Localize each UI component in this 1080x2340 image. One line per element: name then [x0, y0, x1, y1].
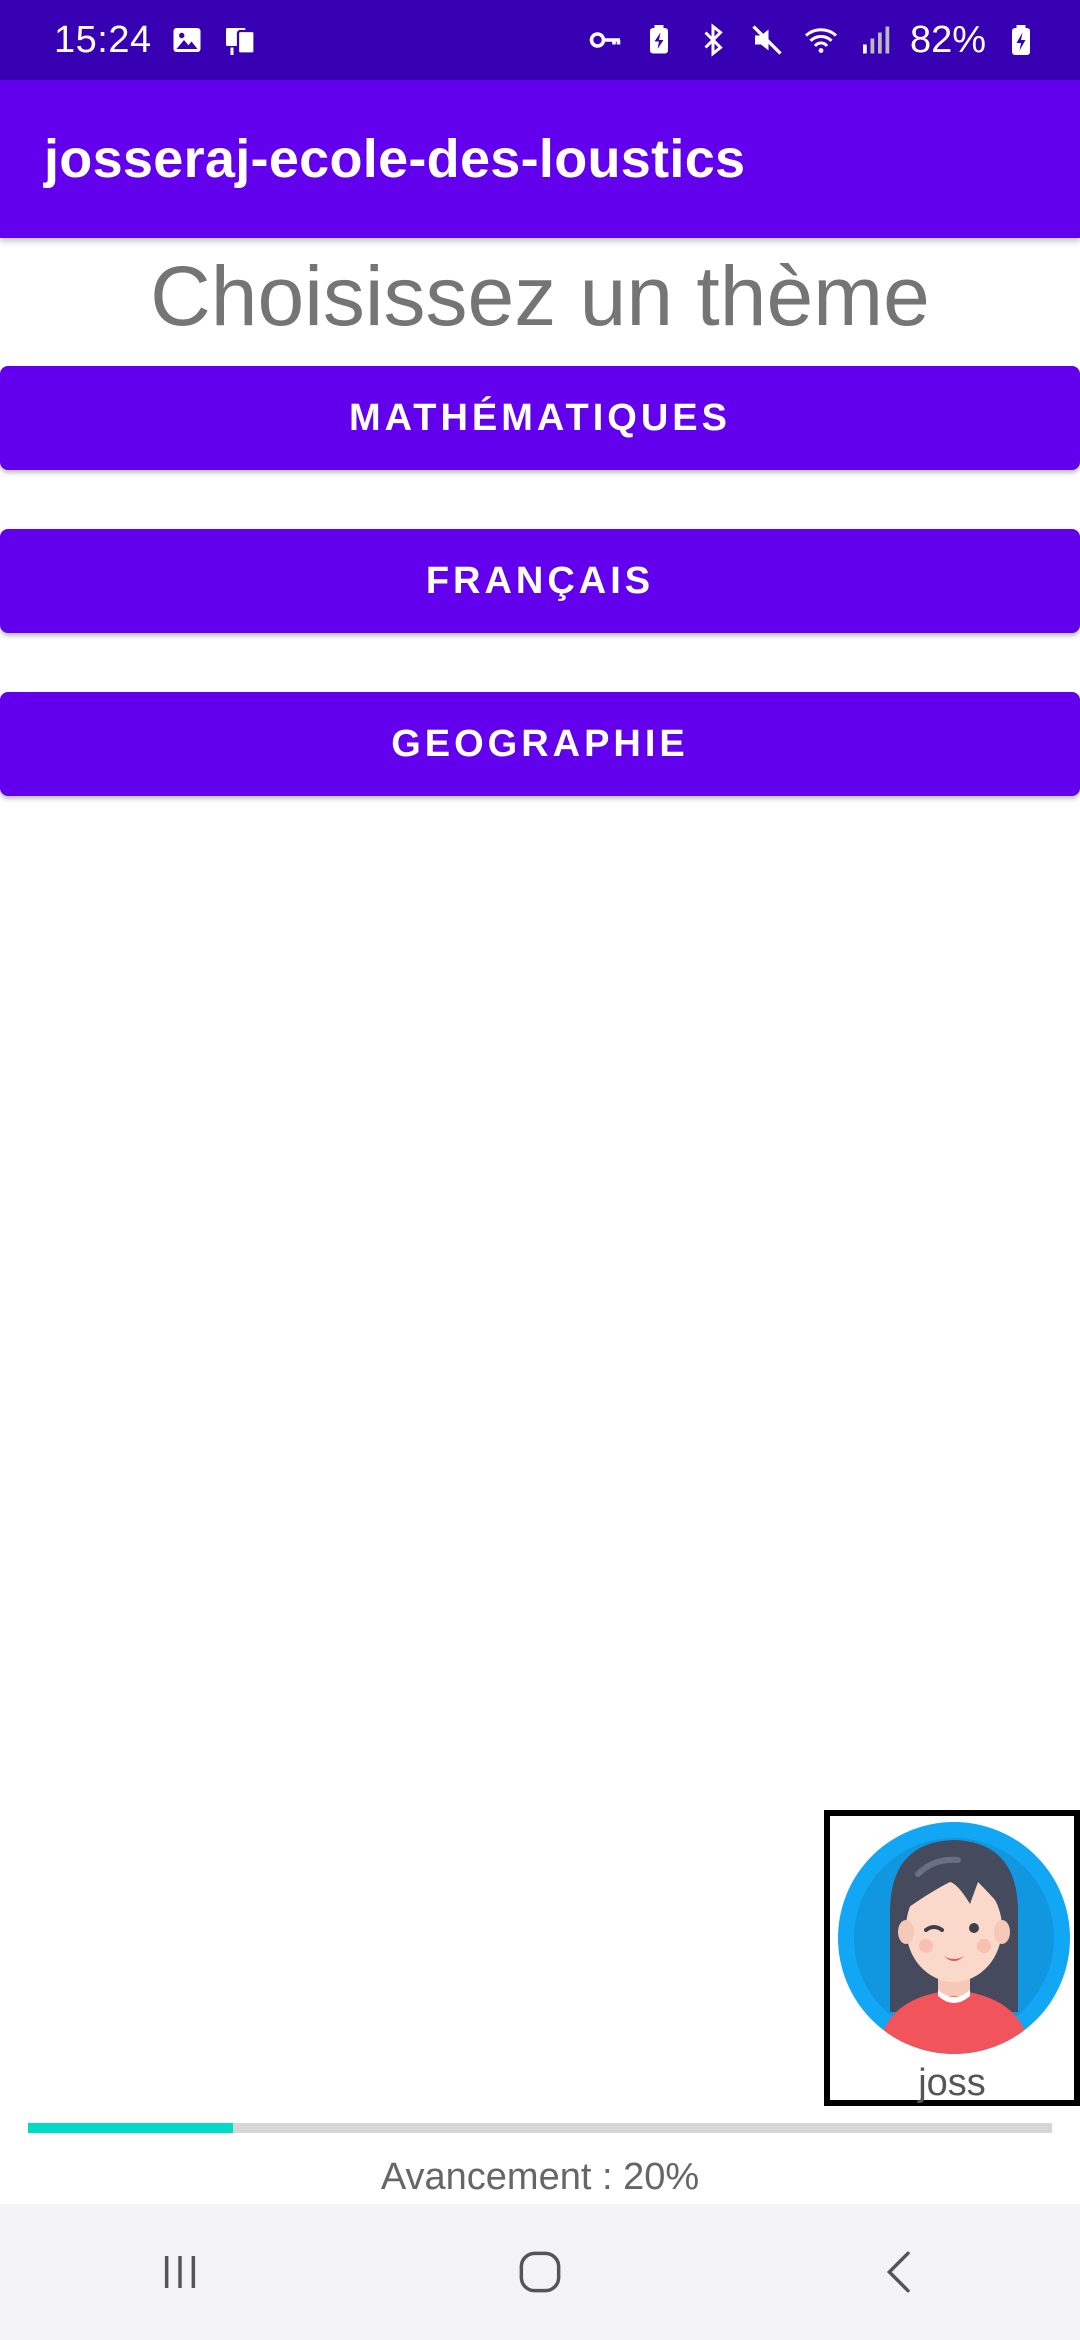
home-icon[interactable] — [480, 2212, 600, 2332]
battery-charging-icon — [1002, 21, 1040, 59]
recent-apps-icon[interactable] — [120, 2212, 240, 2332]
image-icon — [168, 21, 206, 59]
cast-icon — [222, 21, 260, 59]
screen: 15:24 82% josseraj-ecole-des-loustics Ch… — [0, 0, 1080, 2340]
mathematiques-button[interactable]: MATHÉMATIQUES — [0, 366, 1080, 470]
signal-icon — [856, 21, 894, 59]
status-right: 82% — [586, 19, 1040, 62]
battery-percentage: 82% — [909, 18, 986, 61]
girl-avatar-icon — [838, 1822, 1070, 2054]
geographie-button[interactable]: GEOGRAPHIE — [0, 692, 1080, 796]
bluetooth-icon — [694, 21, 732, 59]
wifi-icon — [802, 21, 840, 59]
progress-label: Avancement : 20% — [380, 2156, 700, 2198]
progress-fill — [28, 2123, 233, 2133]
navigation-bar — [0, 2204, 1080, 2340]
app-bar: josseraj-ecole-des-loustics — [0, 80, 1080, 238]
mute-icon — [748, 21, 786, 59]
progress-bar — [28, 2123, 1052, 2133]
vpn-key-icon — [586, 21, 624, 59]
status-time: 15:24 — [54, 18, 152, 61]
status-left: 15:24 — [54, 19, 260, 62]
back-icon[interactable] — [840, 2212, 960, 2332]
battery-saver-icon — [640, 21, 678, 59]
page-title: Choisissez un thème — [150, 249, 930, 343]
user-avatar-card[interactable]: joss — [824, 1810, 1080, 2106]
user-name: joss — [918, 2062, 986, 2104]
status-bar: 15:24 82% — [0, 0, 1080, 80]
app-title: josseraj-ecole-des-loustics — [44, 129, 746, 189]
francais-button[interactable]: FRANÇAIS — [0, 529, 1080, 633]
